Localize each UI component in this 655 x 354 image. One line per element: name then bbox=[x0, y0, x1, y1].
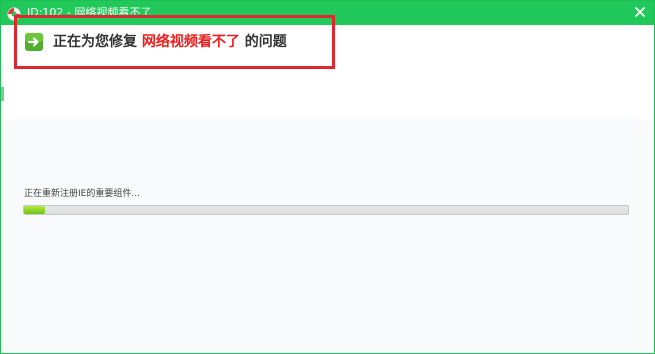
left-edge-marker bbox=[1, 87, 4, 101]
progress-status-text: 正在重新注册IE的重要组件... bbox=[24, 189, 140, 199]
repair-message: 正在为您修复 网络视频看不了 的问题 bbox=[53, 32, 287, 52]
close-icon[interactable] bbox=[632, 4, 648, 20]
message-suffix: 的问题 bbox=[244, 34, 287, 50]
progress-bar bbox=[23, 205, 629, 215]
issue-name: 网络视频看不了 bbox=[141, 34, 240, 50]
repair-window: ID:102 - 网络视频看不了 正在为您修复 网络视频看不了 的问题 正在重新… bbox=[0, 0, 655, 354]
progress-fill bbox=[24, 206, 46, 214]
message-prefix: 正在为您修复 bbox=[53, 34, 137, 50]
arrow-right-icon bbox=[25, 33, 43, 51]
